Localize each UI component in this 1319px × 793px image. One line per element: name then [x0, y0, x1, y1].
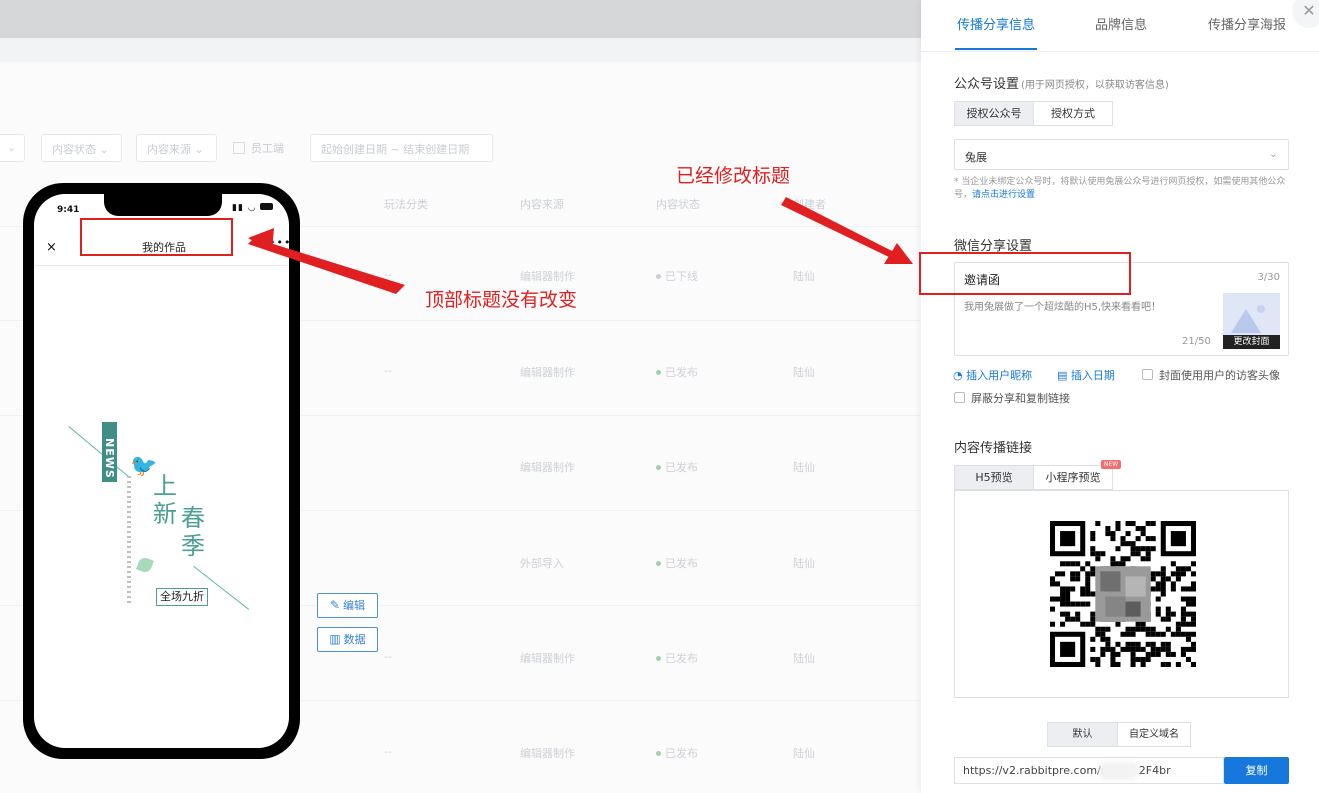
- arrow-to-share-title: [781, 197, 896, 259]
- annotation-arrows: [248, 197, 913, 294]
- arrow-head: [248, 228, 274, 252]
